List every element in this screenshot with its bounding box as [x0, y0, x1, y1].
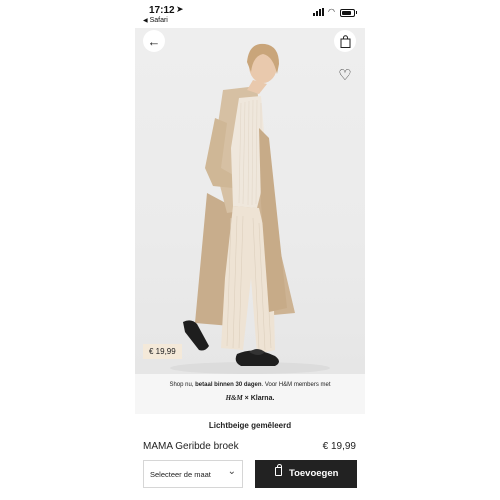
model-photo [170, 43, 330, 374]
size-select-label: Selecteer de maat [150, 470, 211, 479]
klarna-banner: Shop nu, betaal binnen 30 dagen. Voor H&… [135, 374, 365, 414]
klarna-logo: Klarna. [250, 395, 275, 402]
back-triangle-icon: ◀ [143, 18, 148, 24]
add-to-bag-label: Toevoegen [289, 468, 339, 479]
shopping-bag-icon [340, 34, 350, 48]
heart-icon: ♡ [338, 67, 352, 84]
color-name: Lichtbeige gemêleerd [208, 421, 292, 430]
signal-icon [313, 8, 325, 16]
product-image[interactable]: ← ♡ € 19,99 [135, 28, 365, 374]
back-to-app-link[interactable]: ◀ Safari [143, 17, 168, 24]
status-bar: 17:12 ➤ ◀ Safari ◠ [135, 0, 365, 28]
klarna-text-bold: betaal binnen 30 dagen [195, 382, 262, 388]
times-sign: × [244, 395, 249, 402]
product-name: MAMA Geribde broek [143, 441, 239, 452]
klarna-logos: H&M × Klarna. [135, 394, 365, 402]
status-time: 17:12 [149, 5, 175, 16]
klarna-text-post: . Voor H&M members met [261, 382, 331, 388]
back-button[interactable]: ← [143, 30, 165, 52]
location-arrow-icon: ➤ [176, 4, 184, 14]
add-to-bag-button[interactable]: Toevoegen [255, 460, 357, 488]
battery-icon [340, 9, 357, 17]
klarna-text-pre: Shop nu, [169, 382, 196, 388]
image-price-tag: € 19,99 [143, 344, 182, 359]
favorite-button[interactable]: ♡ [334, 64, 356, 86]
phone-screen: 17:12 ➤ ◀ Safari ◠ ← ♡ € 19,99 Shop nu, … [135, 0, 365, 500]
shopping-bag-button[interactable] [334, 30, 356, 52]
hm-logo: H&M [225, 394, 243, 402]
klarna-text: Shop nu, betaal binnen 30 dagen. Voor H&… [135, 382, 365, 388]
arrow-left-icon: ← [147, 33, 161, 49]
product-price: € 19,99 [322, 441, 356, 452]
back-app-label: Safari [149, 17, 168, 24]
chevron-down-icon: ⌄ [227, 466, 236, 477]
wifi-icon: ◠ [328, 7, 335, 16]
bag-icon [275, 464, 282, 476]
size-select[interactable]: Selecteer de maat ⌄ [143, 460, 243, 488]
